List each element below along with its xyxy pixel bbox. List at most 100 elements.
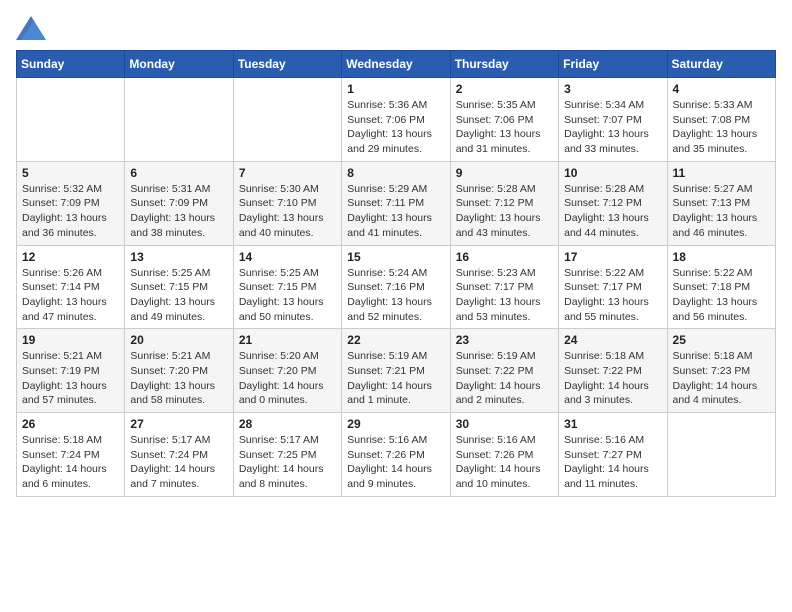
day-number: 2 <box>456 82 553 96</box>
day-number: 6 <box>130 166 227 180</box>
calendar-cell: 11 Sunrise: 5:27 AM Sunset: 7:13 PM Dayli… <box>667 161 775 245</box>
day-info: Sunrise: 5:18 AM Sunset: 7:22 PM Dayligh… <box>564 349 661 408</box>
day-number: 21 <box>239 333 336 347</box>
calendar-cell: 19Sunrise: 5:21 AM Sunset: 7:19 PM Dayli… <box>17 329 125 413</box>
calendar-cell: 8 Sunrise: 5:29 AM Sunset: 7:11 PM Daylig… <box>342 161 450 245</box>
day-info: Sunrise: 5:28 AM Sunset: 7:12 PM Dayligh… <box>456 182 553 241</box>
day-info: Sunrise: 5:34 AM Sunset: 7:07 PM Dayligh… <box>564 98 661 157</box>
day-info: Sunrise: 5:20 AM Sunset: 7:20 PM Dayligh… <box>239 349 336 408</box>
day-number: 19 <box>22 333 119 347</box>
day-info: Sunrise: 5:26 AM Sunset: 7:14 PM Dayligh… <box>22 266 119 325</box>
day-number: 17 <box>564 250 661 264</box>
calendar-table: SundayMondayTuesdayWednesdayThursdayFrid… <box>16 50 776 497</box>
calendar-cell: 31 Sunrise: 5:16 AM Sunset: 7:27 PM Dayli… <box>559 413 667 497</box>
day-of-week-header: Wednesday <box>342 51 450 78</box>
day-info: Sunrise: 5:28 AM Sunset: 7:12 PM Dayligh… <box>564 182 661 241</box>
day-info: Sunrise: 5:18 AM Sunset: 7:23 PM Dayligh… <box>673 349 770 408</box>
calendar-cell <box>17 78 125 162</box>
day-number: 15 <box>347 250 444 264</box>
calendar-cell: 10 Sunrise: 5:28 AM Sunset: 7:12 PM Dayli… <box>559 161 667 245</box>
day-number: 13 <box>130 250 227 264</box>
day-number: 14 <box>239 250 336 264</box>
day-info: Sunrise: 5:17 AM Sunset: 7:25 PM Dayligh… <box>239 433 336 492</box>
day-info: Sunrise: 5:16 AM Sunset: 7:26 PM Dayligh… <box>347 433 444 492</box>
day-info: Sunrise: 5:35 AM Sunset: 7:06 PM Dayligh… <box>456 98 553 157</box>
day-info: Sunrise: 5:24 AM Sunset: 7:16 PM Dayligh… <box>347 266 444 325</box>
day-number: 31 <box>564 417 661 431</box>
calendar-cell: 4Sunrise: 5:33 AM Sunset: 7:08 PM Daylig… <box>667 78 775 162</box>
day-number: 7 <box>239 166 336 180</box>
day-number: 18 <box>673 250 770 264</box>
day-info: Sunrise: 5:17 AM Sunset: 7:24 PM Dayligh… <box>130 433 227 492</box>
calendar-cell: 23Sunrise: 5:19 AM Sunset: 7:22 PM Dayli… <box>450 329 558 413</box>
day-of-week-header: Friday <box>559 51 667 78</box>
day-number: 16 <box>456 250 553 264</box>
calendar-header-row: SundayMondayTuesdayWednesdayThursdayFrid… <box>17 51 776 78</box>
calendar-cell: 12 Sunrise: 5:26 AM Sunset: 7:14 PM Dayli… <box>17 245 125 329</box>
day-info: Sunrise: 5:25 AM Sunset: 7:15 PM Dayligh… <box>130 266 227 325</box>
day-info: Sunrise: 5:25 AM Sunset: 7:15 PM Dayligh… <box>239 266 336 325</box>
day-number: 10 <box>564 166 661 180</box>
day-info: Sunrise: 5:23 AM Sunset: 7:17 PM Dayligh… <box>456 266 553 325</box>
calendar-week-row: 1 Sunrise: 5:36 AM Sunset: 7:06 PM Daylig… <box>17 78 776 162</box>
day-number: 28 <box>239 417 336 431</box>
calendar-cell: 5 Sunrise: 5:32 AM Sunset: 7:09 PM Daylig… <box>17 161 125 245</box>
calendar-cell: 28 Sunrise: 5:17 AM Sunset: 7:25 PM Dayli… <box>233 413 341 497</box>
calendar-cell: 21 Sunrise: 5:20 AM Sunset: 7:20 PM Dayli… <box>233 329 341 413</box>
day-number: 8 <box>347 166 444 180</box>
day-number: 1 <box>347 82 444 96</box>
calendar-cell: 25 Sunrise: 5:18 AM Sunset: 7:23 PM Dayli… <box>667 329 775 413</box>
calendar-week-row: 19Sunrise: 5:21 AM Sunset: 7:19 PM Dayli… <box>17 329 776 413</box>
day-number: 25 <box>673 333 770 347</box>
day-info: Sunrise: 5:16 AM Sunset: 7:27 PM Dayligh… <box>564 433 661 492</box>
day-of-week-header: Saturday <box>667 51 775 78</box>
calendar-cell: 22 Sunrise: 5:19 AM Sunset: 7:21 PM Dayli… <box>342 329 450 413</box>
day-number: 20 <box>130 333 227 347</box>
day-number: 26 <box>22 417 119 431</box>
day-of-week-header: Thursday <box>450 51 558 78</box>
calendar-week-row: 5 Sunrise: 5:32 AM Sunset: 7:09 PM Daylig… <box>17 161 776 245</box>
day-info: Sunrise: 5:31 AM Sunset: 7:09 PM Dayligh… <box>130 182 227 241</box>
calendar-cell <box>667 413 775 497</box>
calendar-cell: 18 Sunrise: 5:22 AM Sunset: 7:18 PM Dayli… <box>667 245 775 329</box>
calendar-cell <box>125 78 233 162</box>
day-number: 24 <box>564 333 661 347</box>
calendar-cell: 14 Sunrise: 5:25 AM Sunset: 7:15 PM Dayli… <box>233 245 341 329</box>
calendar-cell: 3 Sunrise: 5:34 AM Sunset: 7:07 PM Daylig… <box>559 78 667 162</box>
day-of-week-header: Tuesday <box>233 51 341 78</box>
day-info: Sunrise: 5:30 AM Sunset: 7:10 PM Dayligh… <box>239 182 336 241</box>
calendar-cell: 24 Sunrise: 5:18 AM Sunset: 7:22 PM Dayli… <box>559 329 667 413</box>
day-number: 27 <box>130 417 227 431</box>
day-info: Sunrise: 5:29 AM Sunset: 7:11 PM Dayligh… <box>347 182 444 241</box>
calendar-cell: 26 Sunrise: 5:18 AM Sunset: 7:24 PM Dayli… <box>17 413 125 497</box>
day-info: Sunrise: 5:32 AM Sunset: 7:09 PM Dayligh… <box>22 182 119 241</box>
calendar-cell: 1 Sunrise: 5:36 AM Sunset: 7:06 PM Daylig… <box>342 78 450 162</box>
calendar-week-row: 12 Sunrise: 5:26 AM Sunset: 7:14 PM Dayli… <box>17 245 776 329</box>
calendar-cell: 27 Sunrise: 5:17 AM Sunset: 7:24 PM Dayli… <box>125 413 233 497</box>
day-number: 30 <box>456 417 553 431</box>
day-info: Sunrise: 5:18 AM Sunset: 7:24 PM Dayligh… <box>22 433 119 492</box>
day-info: Sunrise: 5:36 AM Sunset: 7:06 PM Dayligh… <box>347 98 444 157</box>
day-number: 5 <box>22 166 119 180</box>
logo-icon <box>16 16 46 40</box>
day-info: Sunrise: 5:22 AM Sunset: 7:18 PM Dayligh… <box>673 266 770 325</box>
day-number: 12 <box>22 250 119 264</box>
day-number: 23 <box>456 333 553 347</box>
day-number: 11 <box>673 166 770 180</box>
day-number: 22 <box>347 333 444 347</box>
day-info: Sunrise: 5:27 AM Sunset: 7:13 PM Dayligh… <box>673 182 770 241</box>
calendar-cell <box>233 78 341 162</box>
calendar-cell: 16 Sunrise: 5:23 AM Sunset: 7:17 PM Dayli… <box>450 245 558 329</box>
calendar-cell: 15 Sunrise: 5:24 AM Sunset: 7:16 PM Dayli… <box>342 245 450 329</box>
calendar-cell: 7 Sunrise: 5:30 AM Sunset: 7:10 PM Daylig… <box>233 161 341 245</box>
day-of-week-header: Monday <box>125 51 233 78</box>
day-info: Sunrise: 5:19 AM Sunset: 7:21 PM Dayligh… <box>347 349 444 408</box>
day-number: 29 <box>347 417 444 431</box>
calendar-cell: 6 Sunrise: 5:31 AM Sunset: 7:09 PM Daylig… <box>125 161 233 245</box>
day-info: Sunrise: 5:22 AM Sunset: 7:17 PM Dayligh… <box>564 266 661 325</box>
calendar-cell: 30Sunrise: 5:16 AM Sunset: 7:26 PM Dayli… <box>450 413 558 497</box>
day-of-week-header: Sunday <box>17 51 125 78</box>
calendar-cell: 29 Sunrise: 5:16 AM Sunset: 7:26 PM Dayli… <box>342 413 450 497</box>
calendar-cell: 9Sunrise: 5:28 AM Sunset: 7:12 PM Daylig… <box>450 161 558 245</box>
day-number: 3 <box>564 82 661 96</box>
